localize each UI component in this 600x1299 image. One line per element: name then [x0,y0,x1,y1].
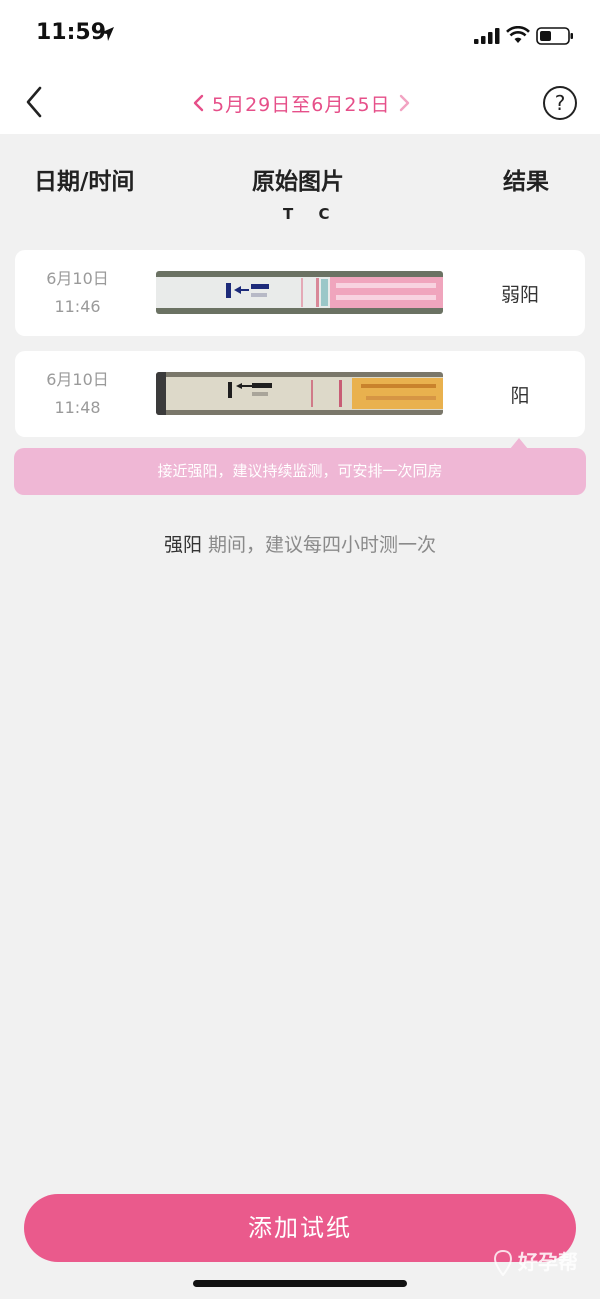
advice-phase: 强阳 [163,534,202,556]
next-chevron-icon[interactable] [395,91,413,115]
date-range-text: 5月29日至6月25日 [212,93,391,116]
watermark-text: 好孕帮 [518,1250,578,1274]
status-time: 11:59 [36,20,107,45]
advice-detail: 期间，建议每四小时测一次 [201,534,437,556]
record-datetime: 6月10日 11:48 [15,366,140,422]
date-range-selector: 5月29日至6月25日 [190,88,420,118]
battery-icon [536,27,573,45]
prev-chevron-icon[interactable] [190,91,208,115]
column-header-date: 日期/时间 [34,169,135,195]
record-result: 弱阳 [500,284,539,306]
record-date: 6月10日 [46,269,109,288]
help-icon[interactable]: ? [543,86,577,120]
record-date: 6月10日 [46,370,109,389]
test-strip-photo [156,372,443,415]
record-result: 阳 [510,385,530,407]
column-header-image: 原始图片 [252,169,344,195]
signal-icon [474,28,500,44]
watermark-logo-icon [494,1250,512,1276]
record-time: 11:48 [54,398,101,417]
result-tip: 接近强阳，建议持续监测，可安排一次同房 [14,448,586,495]
watermark: 好孕帮 [494,1246,594,1286]
location-arrow-icon [100,27,114,41]
status-bar: 11:59 [0,0,600,70]
top-bar: 11:59 5月29日至6月25日 ? [0,0,600,134]
advice-text: 强阳 期间，建议每四小时测一次 [0,530,600,557]
back-chevron-icon[interactable] [20,84,50,120]
record-datetime: 6月10日 11:46 [15,265,140,321]
record-card[interactable]: 6月10日 11:46 弱阳 [15,250,585,336]
test-strip-photo [156,271,443,314]
record-time: 11:46 [54,297,101,316]
navigation-bar: 5月29日至6月25日 ? [0,74,600,130]
tc-label: T C [283,205,340,223]
record-card[interactable]: 6月10日 11:48 阳 [15,351,585,437]
home-indicator [193,1280,407,1287]
column-header-result: 结果 [503,169,549,195]
wifi-icon [506,26,530,43]
